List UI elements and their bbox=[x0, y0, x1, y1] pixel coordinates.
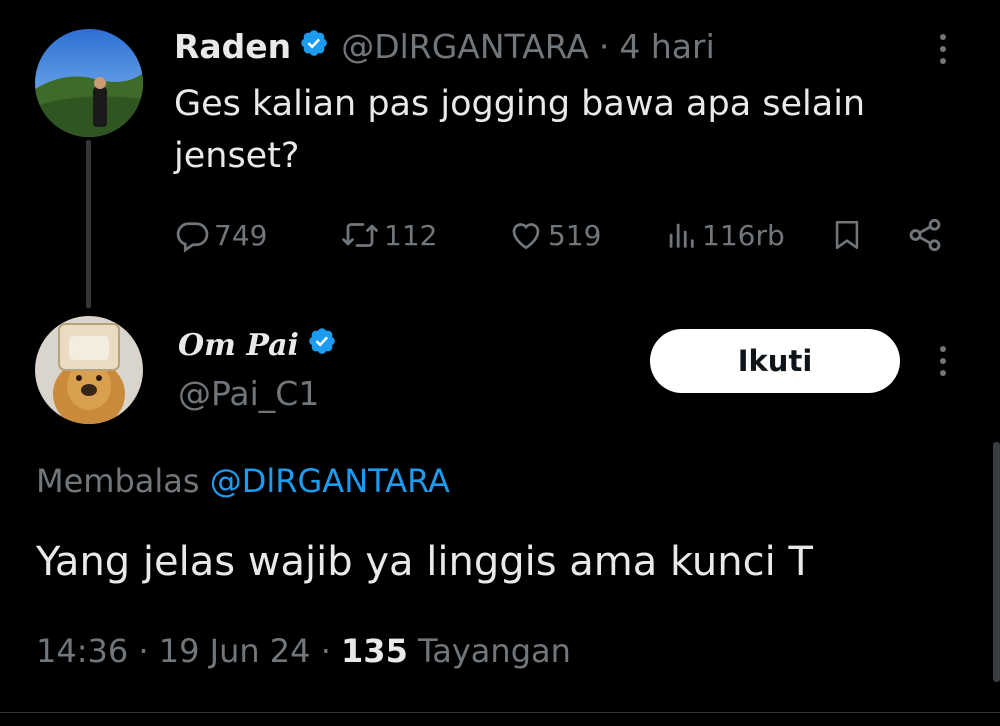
retweet-count: 112 bbox=[384, 218, 438, 252]
reply-date[interactable]: 19 Jun 24 bbox=[159, 632, 311, 670]
share-action[interactable] bbox=[906, 210, 944, 260]
analytics-bars-icon bbox=[669, 223, 694, 248]
original-display-name[interactable]: Raden bbox=[174, 27, 291, 66]
avatar-dog-image bbox=[35, 316, 143, 424]
like-count: 519 bbox=[548, 218, 602, 252]
more-options-icon[interactable] bbox=[937, 34, 949, 64]
verified-badge-icon bbox=[307, 326, 337, 364]
tweet-action-bar: 749 112 519 116rb bbox=[174, 210, 954, 260]
verified-badge-icon bbox=[299, 27, 329, 66]
bookmark-icon bbox=[835, 220, 859, 250]
reply-handle[interactable]: @Pai_C1 bbox=[178, 374, 319, 413]
like-action[interactable]: 519 bbox=[508, 210, 601, 260]
reply-display-name[interactable]: Om Pai bbox=[178, 328, 299, 363]
original-handle[interactable]: @DlRGANTARA bbox=[341, 27, 589, 66]
views-count-number[interactable]: 135 bbox=[341, 632, 408, 670]
reply-handle-row: @Pai_C1 bbox=[178, 370, 319, 416]
replying-to-line: Membalas @DlRGANTARA bbox=[36, 462, 450, 500]
avatar-raden[interactable] bbox=[35, 29, 143, 137]
reply-time[interactable]: 14:36 bbox=[36, 632, 128, 670]
retweet-action[interactable]: 112 bbox=[340, 210, 437, 260]
reply-action[interactable]: 749 bbox=[174, 210, 267, 260]
original-tweet-text: Ges kalian pas jogging bawa apa selain j… bbox=[174, 84, 866, 176]
heart-icon bbox=[512, 223, 540, 250]
reply-display-name-row: Om Pai bbox=[178, 322, 337, 368]
scrollbar[interactable] bbox=[993, 442, 1000, 682]
replying-prefix: Membalas bbox=[36, 462, 200, 500]
header-separator: · bbox=[598, 26, 610, 66]
avatar-om-pai[interactable] bbox=[35, 316, 143, 424]
views-label[interactable]: Tayangan bbox=[418, 632, 571, 670]
avatar-landscape-image bbox=[35, 29, 143, 137]
reply-count: 749 bbox=[214, 218, 268, 252]
views-count: 116rb bbox=[702, 218, 785, 252]
thread-connector-line bbox=[86, 140, 91, 308]
reply-meta-line: 14:36 · 19 Jun 24 · 135 Tayangan bbox=[36, 632, 571, 670]
original-tweet-header: Raden @DlRGANTARA · 4 hari bbox=[174, 24, 715, 68]
original-time-ago[interactable]: 4 hari bbox=[619, 27, 714, 66]
reply-tweet-text: Yang jelas wajib ya linggis ama kunci T bbox=[36, 539, 813, 585]
retweet-icon bbox=[342, 223, 378, 247]
views-action[interactable]: 116rb bbox=[664, 210, 785, 260]
replying-to-link[interactable]: @DlRGANTARA bbox=[210, 462, 450, 500]
meta-separator: · bbox=[320, 632, 331, 670]
meta-separator: · bbox=[138, 632, 149, 670]
follow-button[interactable]: Ikuti bbox=[650, 329, 900, 393]
reply-icon bbox=[176, 222, 209, 253]
more-options-icon[interactable] bbox=[937, 346, 949, 376]
bookmark-action[interactable] bbox=[830, 210, 864, 260]
bottom-divider bbox=[0, 712, 1000, 713]
share-icon bbox=[909, 218, 941, 252]
